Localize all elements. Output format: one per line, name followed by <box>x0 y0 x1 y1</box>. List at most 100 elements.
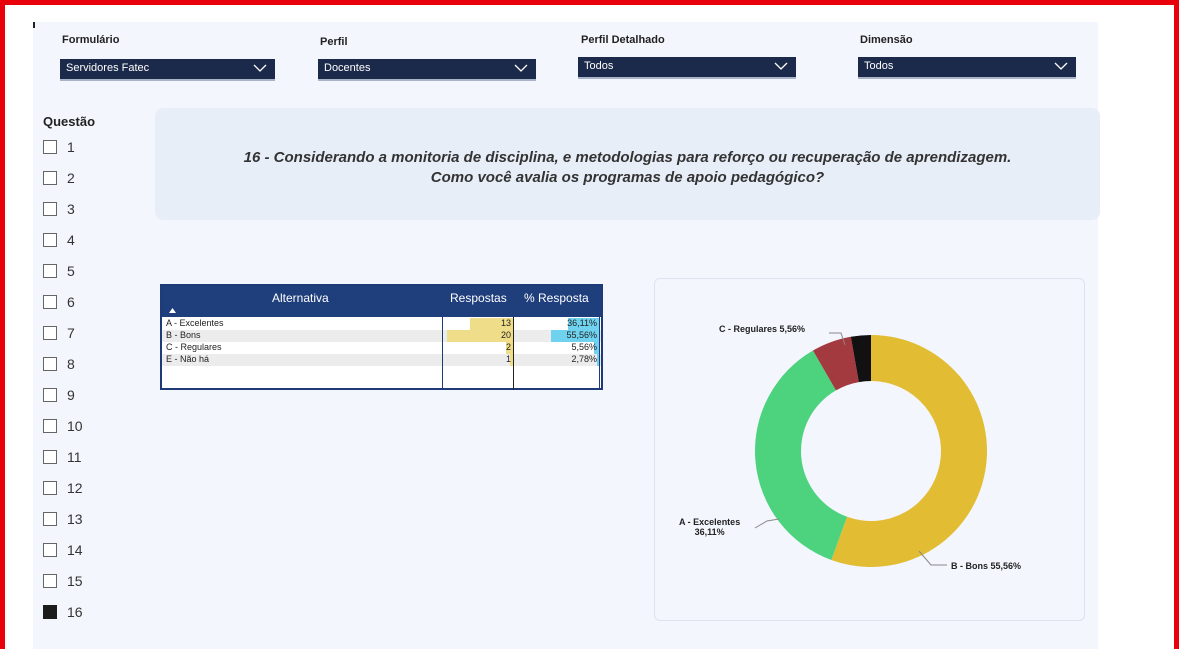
cell-pct-resposta: 2,78% <box>514 354 599 366</box>
question-option[interactable]: 8 <box>43 354 75 374</box>
header-pct-resposta[interactable]: % Resposta <box>524 291 589 305</box>
question-option[interactable]: 11 <box>43 447 82 467</box>
table-header: Alternativa Respostas % Resposta <box>162 286 601 317</box>
pct-value: 36,11% <box>567 318 597 328</box>
question-option[interactable]: 16 <box>43 602 83 622</box>
pct-value: 55,56% <box>566 330 597 340</box>
question-option-label: 15 <box>67 573 83 589</box>
filter-label-formulario: Formulário <box>62 34 120 46</box>
question-text-line1: 16 - Considerando a monitoria de discipl… <box>243 149 1012 166</box>
checkbox[interactable] <box>43 543 57 557</box>
filter-value-dimensao: Todos <box>864 60 894 72</box>
label-excelentes-name: A - Excelentes <box>679 517 741 527</box>
table-row[interactable]: B - Bons 20 55,56% <box>162 330 601 342</box>
checkbox[interactable] <box>43 233 57 247</box>
table-row[interactable]: E - Não há 1 2,78% <box>162 354 601 366</box>
question-option-label: 3 <box>67 201 75 217</box>
cell-respostas: 13 <box>443 318 513 330</box>
question-option[interactable]: 12 <box>43 478 83 498</box>
leader-line <box>754 518 780 529</box>
checkbox[interactable] <box>43 481 57 495</box>
question-option-label: 12 <box>67 480 83 496</box>
respostas-value: 2 <box>505 342 511 352</box>
filter-label-perfil-detalhado: Perfil Detalhado <box>581 34 665 46</box>
question-option-label: 1 <box>67 139 75 155</box>
question-option[interactable]: 4 <box>43 230 75 250</box>
checkbox[interactable] <box>43 202 57 216</box>
chevron-down-icon <box>253 64 267 72</box>
question-option-label: 6 <box>67 294 75 310</box>
question-option[interactable]: 7 <box>43 323 75 343</box>
filter-dropdown-dimensao[interactable]: Todos <box>858 57 1076 79</box>
filter-dropdown-perfil-detalhado[interactable]: Todos <box>578 57 796 79</box>
label-regulares: C - Regulares 5,56% <box>719 324 806 334</box>
question-option[interactable]: 9 <box>43 385 75 405</box>
chevron-down-icon <box>1054 62 1068 70</box>
corner-mark <box>33 22 35 28</box>
checkbox[interactable] <box>43 357 57 371</box>
header-alternativa[interactable]: Alternativa <box>272 291 329 305</box>
column-divider <box>513 317 514 390</box>
sort-ascending-icon[interactable] <box>169 308 176 313</box>
filter-value-perfil: Docentes <box>324 62 371 74</box>
question-option-label: 10 <box>67 418 83 434</box>
question-option[interactable]: 10 <box>43 416 83 436</box>
checkbox[interactable] <box>43 388 57 402</box>
label-excelentes: A - Excelentes 36,11% <box>679 517 740 537</box>
question-option[interactable]: 2 <box>43 168 75 188</box>
checkbox[interactable] <box>43 140 57 154</box>
question-option[interactable]: 13 <box>43 509 83 529</box>
filter-value-formulario: Servidores Fatec <box>66 62 150 74</box>
question-option[interactable]: 5 <box>43 261 75 281</box>
column-divider <box>442 317 443 390</box>
cell-respostas: 20 <box>443 330 513 342</box>
checkbox[interactable] <box>43 419 57 433</box>
cell-alternativa: E - Não há <box>166 354 210 364</box>
pct-value: 2,78% <box>571 354 597 364</box>
checkbox[interactable] <box>43 264 57 278</box>
question-option-label: 14 <box>67 542 83 558</box>
column-divider <box>599 317 600 390</box>
question-option-label: 16 <box>67 604 83 620</box>
table-row[interactable]: C - Regulares 2 5,56% <box>162 342 601 354</box>
cell-pct-resposta: 5,56% <box>514 342 599 354</box>
question-list-title: Questão <box>43 114 96 129</box>
filter-dropdown-perfil[interactable]: Docentes <box>318 59 536 81</box>
question-option-label: 13 <box>67 511 83 527</box>
cell-respostas: 1 <box>443 354 513 366</box>
checkbox[interactable] <box>43 574 57 588</box>
checkbox[interactable] <box>43 326 57 340</box>
cell-alternativa: A - Excelentes <box>166 318 224 328</box>
question-option[interactable]: 15 <box>43 571 83 591</box>
respostas-value: 1 <box>505 354 511 364</box>
question-text-line2: Como você avalia os programas de apoio p… <box>430 169 825 186</box>
respostas-value: 13 <box>500 318 511 328</box>
question-option-label: 5 <box>67 263 75 279</box>
label-excelentes-value: 36,11% <box>694 527 725 537</box>
filter-dropdown-formulario[interactable]: Servidores Fatec <box>60 59 275 81</box>
cell-alternativa: B - Bons <box>166 330 201 340</box>
question-option[interactable]: 14 <box>43 540 83 560</box>
filter-value-perfil-detalhado: Todos <box>584 60 614 72</box>
checkbox[interactable] <box>43 605 57 619</box>
question-option-label: 11 <box>67 449 82 465</box>
checkbox[interactable] <box>43 450 57 464</box>
checkbox[interactable] <box>43 512 57 526</box>
question-option-label: 2 <box>67 170 75 186</box>
report-canvas: Formulário Servidores Fatec Perfil Docen… <box>33 22 1100 649</box>
checkbox[interactable] <box>43 171 57 185</box>
chevron-down-icon <box>774 62 788 70</box>
header-respostas[interactable]: Respostas <box>450 291 507 305</box>
question-option[interactable]: 1 <box>43 137 75 157</box>
question-card: 16 - Considerando a monitoria de discipl… <box>155 108 1100 220</box>
respostas-value: 20 <box>500 330 511 340</box>
question-option-label: 8 <box>67 356 75 372</box>
checkbox[interactable] <box>43 295 57 309</box>
question-text: 16 - Considerando a monitoria de discipl… <box>155 148 1100 188</box>
filter-label-dimensao: Dimensão <box>860 34 913 46</box>
question-option-label: 4 <box>67 232 75 248</box>
question-option[interactable]: 3 <box>43 199 75 219</box>
donut-chart-card: C - Regulares 5,56% A - Excelentes 36,11… <box>654 278 1085 621</box>
question-option[interactable]: 6 <box>43 292 75 312</box>
table-row[interactable]: A - Excelentes 13 36,11% <box>162 318 601 330</box>
